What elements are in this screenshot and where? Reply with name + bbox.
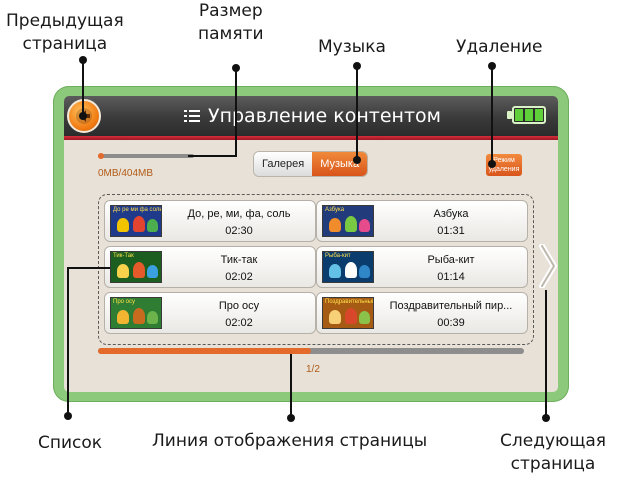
- leader-dot-delete-end: [488, 160, 496, 168]
- leader-dot-prev-page-end: [79, 112, 87, 120]
- leader-dot-music: [353, 62, 361, 70]
- leader-dot-next-page: [542, 414, 550, 422]
- leader-dot-page-line: [287, 414, 295, 422]
- leader-dot-list: [64, 412, 72, 420]
- leader-list: [67, 267, 110, 416]
- leader-dot-delete: [488, 62, 496, 70]
- leader-dot-memory: [232, 64, 240, 72]
- leader-memory: [188, 68, 237, 157]
- leader-dot-music-end: [353, 156, 361, 164]
- leader-dot-prev-page: [79, 56, 87, 64]
- callout-leaders: [64, 56, 550, 422]
